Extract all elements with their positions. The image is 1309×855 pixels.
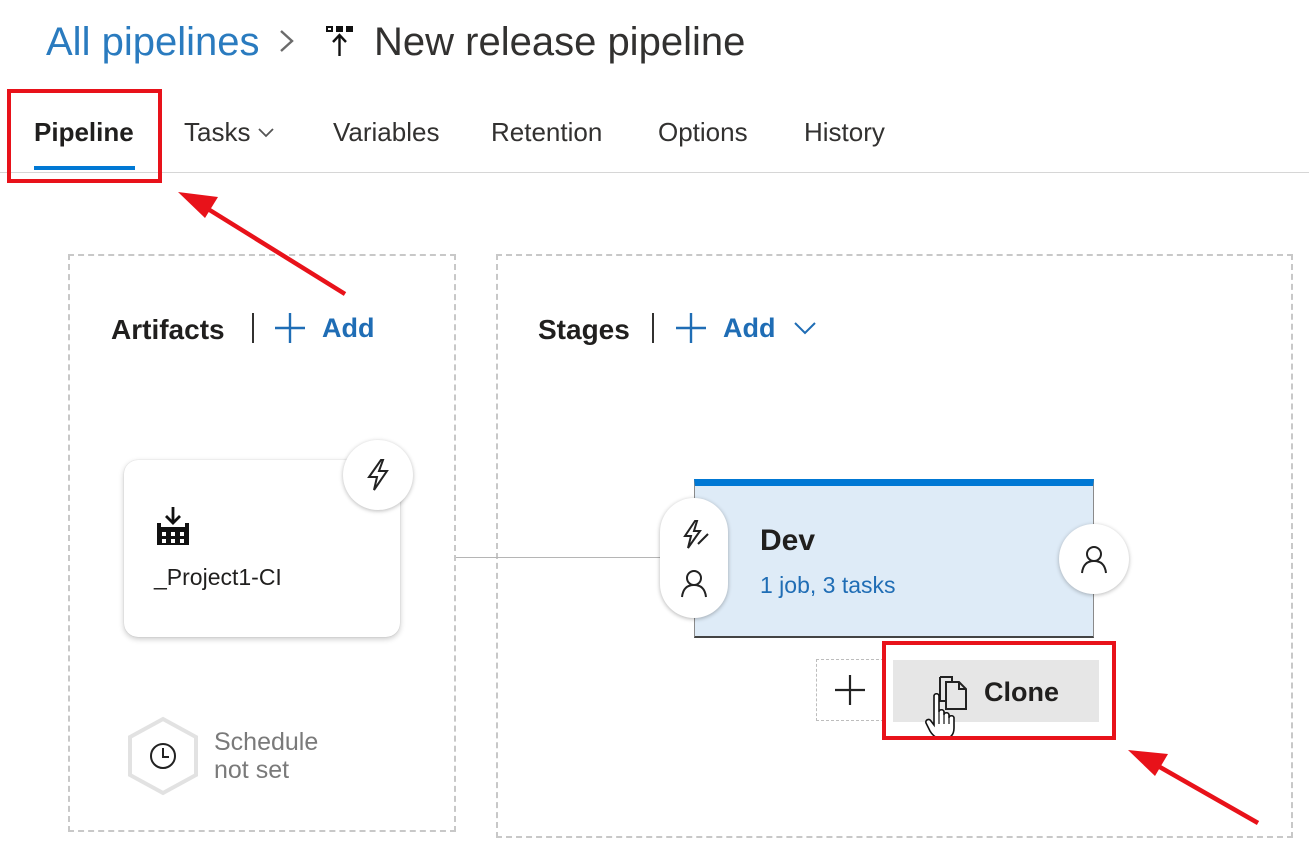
tab-variables[interactable]: Variables	[333, 114, 439, 150]
divider	[252, 313, 254, 343]
pre-approver-icon	[681, 570, 707, 598]
page-title: New release pipeline	[374, 20, 746, 64]
schedule-line-2: not set	[214, 756, 290, 784]
pre-deployment-conditions-button[interactable]	[660, 498, 728, 618]
tab-retention[interactable]: Retention	[491, 114, 602, 150]
tab-options[interactable]: Options	[658, 114, 748, 150]
tab-tasks[interactable]: Tasks	[184, 114, 250, 150]
breadcrumb-all-pipelines[interactable]: All pipelines	[46, 16, 259, 68]
pre-deployment-trigger-icon	[683, 520, 709, 549]
add-stage-button[interactable]: Add	[723, 310, 775, 346]
plus-icon[interactable]	[674, 311, 708, 345]
highlight-box-pipeline-tab	[7, 89, 162, 183]
chevron-down-icon[interactable]	[256, 124, 276, 142]
plus-icon	[835, 675, 865, 705]
schedule-line-1: Schedule	[214, 728, 319, 756]
stage-name[interactable]: Dev	[760, 522, 815, 560]
plus-icon[interactable]	[273, 311, 307, 345]
continuous-deployment-trigger-button[interactable]	[343, 440, 413, 510]
artifacts-title: Artifacts	[111, 314, 225, 345]
schedule-button[interactable]	[126, 716, 200, 796]
stage-job-summary[interactable]: 1 job, 3 tasks	[760, 570, 896, 600]
chevron-right-icon	[280, 30, 294, 52]
release-pipeline-icon	[326, 26, 353, 56]
post-deployment-conditions-button[interactable]	[1059, 524, 1129, 594]
divider	[652, 313, 654, 343]
schedule-status: Schedule not set	[214, 728, 318, 784]
artifact-name: _Project1-CI	[154, 564, 282, 590]
build-artifact-icon	[157, 507, 189, 545]
tabs-divider	[0, 172, 1309, 173]
artifact-stage-connector	[456, 557, 662, 558]
stages-title: Stages	[538, 314, 630, 345]
chevron-down-icon[interactable]	[792, 318, 818, 338]
tab-history[interactable]: History	[804, 114, 885, 150]
highlight-box-clone	[882, 641, 1116, 740]
post-approver-icon	[1081, 546, 1107, 574]
add-stage-plus-button[interactable]	[816, 659, 884, 721]
stage-card-dev[interactable]	[694, 479, 1094, 638]
lightning-icon	[367, 459, 389, 491]
add-artifact-button[interactable]: Add	[322, 310, 374, 346]
